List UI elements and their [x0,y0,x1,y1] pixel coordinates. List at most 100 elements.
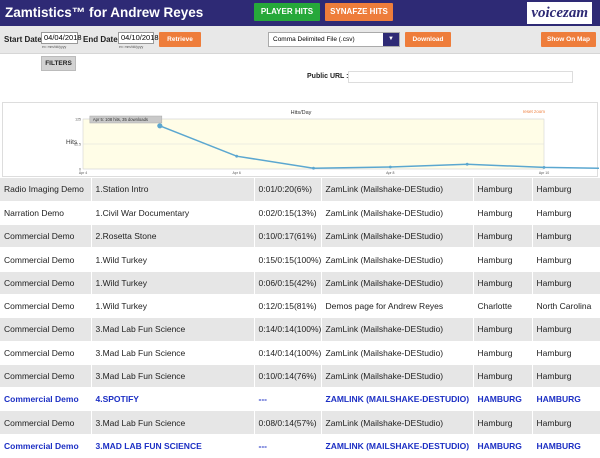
end-date-input[interactable]: 04/10/2018 [118,32,159,44]
start-date-label: Start Date: [4,35,45,44]
synafze-hits-button[interactable]: SYNAFZE HITS [325,3,393,21]
table-row[interactable]: Commercial Demo 3.Mad Lab Fun Science --- Z… [0,434,600,458]
cell-time: 0:10/0:14(76%) [254,364,322,389]
cell-time: 0:14/0:14(100%) [254,341,322,365]
x-tick-label: Apr 10 [539,171,549,175]
cell-source: Demos page for Andrew Reyes [321,294,474,319]
cell-source: ZamLink (Mailshake-DEStudio) [321,271,474,295]
cell-type: Commercial Demo [0,341,92,365]
cell-time: 0:08/0:14(57%) [254,410,322,435]
chart-svg: 12562.50 Apr 4 Apr 6 Apr 8 Apr 10 Hits/Day … [66,109,599,175]
cell-source: ZamLink (Mailshake-DEStudio) [321,387,474,412]
cell-region: Hamburg [532,178,600,202]
cell-time: 0:02/0:15(13%) [254,201,322,226]
cell-source: ZamLink (Mailshake-DEStudio) [321,364,474,389]
show-on-map-button[interactable]: Show On Map [541,32,596,47]
cell-region: Hamburg [532,387,600,412]
table-row[interactable]: Narration Demo 1.Civil War Documentary 0:0… [0,201,600,226]
cell-track: 3.Mad Lab Fun Science [91,364,255,389]
table-row[interactable]: Commercial Demo 1.Wild Turkey 0:06/0:15(42… [0,271,600,295]
data-point[interactable] [157,123,163,129]
cell-track: 3.Mad Lab Fun Science [91,341,255,365]
player-hits-button[interactable]: PLAYER HITS [254,3,320,21]
cell-track: 1.Station Intro [91,178,255,202]
cell-source: ZamLink (Mailshake-DEStudio) [321,317,474,342]
controls-bar: Start Date: 04/04/2018 ex: mm/dd/yyyy En… [0,26,600,54]
filters-button[interactable]: FILTERS [41,56,76,71]
cell-time: --- [254,387,322,412]
retrieve-button[interactable]: Retrieve [159,32,201,47]
cell-time: 0:10/0:17(61%) [254,224,322,249]
download-button[interactable]: Download [405,32,451,47]
y-tick-label: 125 [75,118,81,122]
cell-source: ZamLink (Mailshake-DEStudio) [321,341,474,365]
cell-region: Hamburg [532,317,600,342]
voicezam-logo[interactable]: voicezam [527,2,592,24]
cell-region: Hamburg [532,247,600,272]
cell-city: Charlotte [473,294,533,319]
x-tick-label: Apr 6 [232,171,240,175]
cell-track: 1.Wild Turkey [91,271,255,295]
cell-city: Hamburg [473,434,533,458]
chevron-down-icon[interactable]: ▼ [383,33,399,46]
table-row[interactable]: Commercial Demo 1.Wild Turkey 0:15/0:15(10… [0,247,600,272]
cell-time: 0:14/0:14(100%) [254,317,322,342]
cell-type: Commercial Demo [0,247,92,272]
cell-type: Radio Imaging Demo [0,178,92,202]
cell-type: Commercial Demo [0,410,92,435]
cell-city: Hamburg [473,271,533,295]
cell-time: 0:15/0:15(100%) [254,247,322,272]
cell-track: 2.Rosetta Stone [91,224,255,249]
cell-source: ZamLink (Mailshake-DEStudio) [321,178,474,202]
cell-type: Commercial Demo [0,224,92,249]
top-bar: Zamtistics™ for Andrew Reyes PLAYER HITS… [0,0,600,26]
cell-track: 4.Spotify [91,387,255,412]
export-format-value: Comma Delimited File (.csv) [273,36,355,43]
end-date-label: End Date: [83,35,121,44]
cell-city: Hamburg [473,317,533,342]
data-point[interactable] [235,154,239,158]
data-point[interactable] [312,166,315,170]
table-row[interactable]: Commercial Demo 3.Mad Lab Fun Science 0:10… [0,364,600,389]
table-row[interactable]: Commercial Demo 3.Mad Lab Fun Science 0:14… [0,341,600,365]
cell-region: Hamburg [532,364,600,389]
cell-track: 3.Mad Lab Fun Science [91,434,255,458]
data-point[interactable] [388,165,392,169]
x-tick-label: Apr 8 [386,171,394,175]
cell-type: Commercial Demo [0,364,92,389]
table-row[interactable]: Commercial Demo 3.Mad Lab Fun Science 0:14… [0,317,600,342]
cell-region: Hamburg [532,224,600,249]
cell-region: Hamburg [532,410,600,435]
public-url-field[interactable] [348,71,573,83]
cell-type: Commercial Demo [0,271,92,295]
cell-track: 3.Mad Lab Fun Science [91,317,255,342]
data-point[interactable] [542,166,546,169]
cell-city: Hamburg [473,201,533,226]
reset-zoom-button[interactable]: reset zoom [523,109,546,114]
x-axis-ticks: Apr 4 Apr 6 Apr 8 Apr 10 [79,171,549,175]
table-row[interactable]: Radio Imaging Demo 1.Station Intro 0:01/0:… [0,178,600,202]
table-row[interactable]: Commercial Demo 4.Spotify --- ZamLink (Mail… [0,387,600,412]
public-url-label: Public URL : [307,73,349,80]
cell-source: ZamLink (Mailshake-DEStudio) [321,434,474,458]
table-row[interactable]: Commercial Demo 1.Wild Turkey 0:12/0:15(81… [0,294,600,319]
export-format-select[interactable]: Comma Delimited File (.csv) ▼ [268,32,400,47]
cell-track: 3.Mad Lab Fun Science [91,410,255,435]
start-date-input[interactable]: 04/04/2018 [41,32,82,44]
cell-region: Hamburg [532,201,600,226]
chart-title: Hits/Day [291,110,312,116]
data-point[interactable] [465,162,469,166]
cell-time: --- [254,434,322,458]
cell-track: 1.Wild Turkey [91,247,255,272]
cell-type: Commercial Demo [0,294,92,319]
page-title: Zamtistics™ for Andrew Reyes [5,5,204,20]
start-date-format-hint: ex: mm/dd/yyyy [42,45,67,49]
cell-time: 0:01/0:20(6%) [254,178,322,202]
cell-region: North Carolina [532,294,600,319]
cell-type: Commercial Demo [0,387,92,412]
hits-table: Radio Imaging Demo 1.Station Intro 0:01/0:… [0,178,600,458]
table-row[interactable]: Commercial Demo 2.Rosetta Stone 0:10/0:17(… [0,224,600,249]
tooltip-text: Apr 5: 108 hits, 35 downloads [93,117,148,122]
table-row[interactable]: Commercial Demo 3.Mad Lab Fun Science 0:08… [0,410,600,435]
cell-city: Hamburg [473,341,533,365]
